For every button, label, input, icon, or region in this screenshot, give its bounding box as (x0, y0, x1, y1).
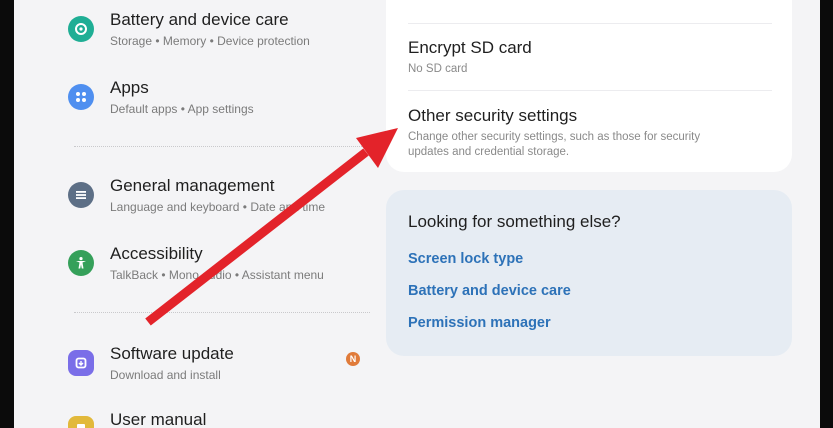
item-subtitle: Storage • Memory • Device protection (110, 34, 310, 48)
new-badge: N (346, 352, 360, 366)
link-screen-lock-type[interactable]: Screen lock type (408, 251, 523, 267)
other-security-settings-row[interactable]: Other security settings Change other sec… (408, 106, 768, 160)
row-title: Other security settings (408, 106, 578, 125)
row-subtitle: Change other security settings, such as … (408, 130, 768, 160)
battery-care-icon (68, 16, 94, 42)
item-title: Accessibility (110, 244, 203, 263)
row-subtitle-line2: updates and credential storage. (408, 146, 570, 158)
looking-for-card: Looking for something else? Screen lock … (386, 190, 792, 356)
section-divider (74, 146, 370, 147)
general-management-icon (68, 182, 94, 208)
looking-for-title: Looking for something else? (408, 212, 621, 231)
link-battery-and-device-care[interactable]: Battery and device care (408, 283, 571, 299)
item-subtitle: Language and keyboard • Date and time (110, 200, 326, 214)
row-separator (408, 90, 772, 91)
item-title: User manual (110, 410, 207, 428)
row-separator (408, 23, 772, 24)
software-update-icon (68, 350, 94, 376)
settings-list: Battery and device care Storage • Memory… (14, 0, 384, 428)
settings-screen: Battery and device care Storage • Memory… (14, 0, 820, 428)
item-title: Battery and device care (110, 10, 289, 29)
item-subtitle: Default apps • App settings (110, 102, 254, 116)
item-title: General management (110, 176, 275, 195)
row-subtitle: No SD card (408, 63, 468, 75)
row-subtitle-line1: Change other security settings, such as … (408, 131, 701, 143)
item-title: Apps (110, 78, 149, 97)
item-subtitle: TalkBack • Mono audio • Assistant menu (110, 268, 324, 282)
link-permission-manager[interactable]: Permission manager (408, 315, 551, 331)
user-manual-icon (68, 416, 94, 428)
row-title: Encrypt SD card (408, 38, 532, 57)
accessibility-icon (68, 250, 94, 276)
security-card: Encrypt SD card No SD card Other securit… (386, 0, 792, 172)
item-title: Software update (110, 344, 234, 363)
item-subtitle: Download and install (110, 368, 221, 382)
section-divider (74, 312, 370, 313)
encrypt-sd-card-row[interactable]: Encrypt SD card No SD card (408, 38, 768, 77)
apps-icon (68, 84, 94, 110)
